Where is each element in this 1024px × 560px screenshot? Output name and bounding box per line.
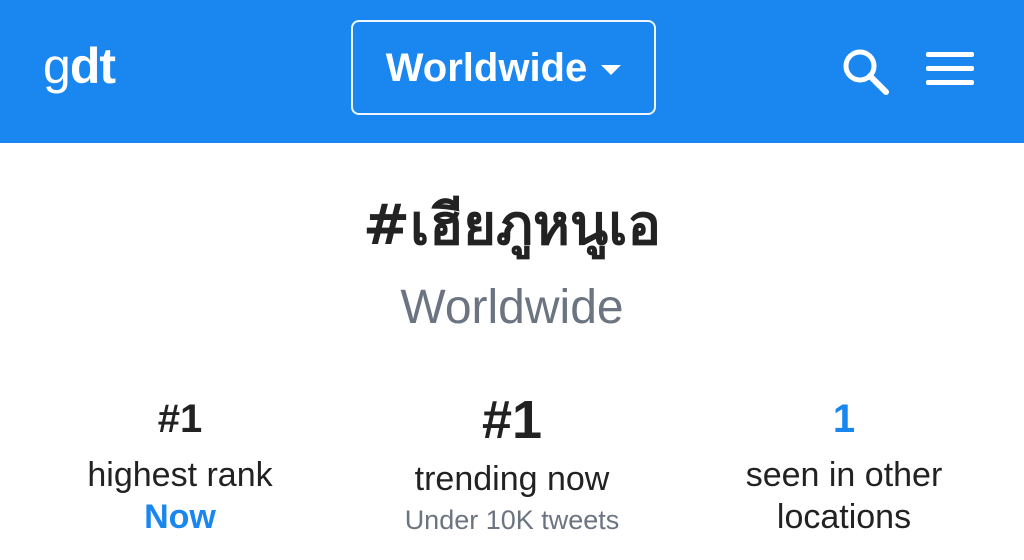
trend-location: Worldwide <box>400 281 624 334</box>
menu-line <box>926 52 974 57</box>
location-dropdown[interactable]: Worldwide <box>351 20 656 115</box>
stat-highest-rank: #1 highest rank Now <box>10 392 350 538</box>
hamburger-menu-icon[interactable] <box>926 50 976 90</box>
logo-dt: dt <box>69 38 116 94</box>
highest-rank-label: highest rank <box>87 456 273 494</box>
search-icon <box>843 49 889 95</box>
menu-line <box>926 80 974 85</box>
app-header: gdt Worldwide <box>0 0 1024 143</box>
trend-hashtag-title: #เฮียภูหนูเอ <box>363 193 661 258</box>
gdt-logo[interactable]: gdt <box>43 38 116 94</box>
other-locations-count[interactable]: 1 <box>674 392 1014 446</box>
logo-g: g <box>43 38 71 94</box>
trending-now-label: trending now <box>414 460 610 498</box>
trending-now-value: #1 <box>481 390 543 450</box>
caret-down-icon <box>601 64 622 75</box>
highest-rank-time-link[interactable]: Now <box>10 496 350 538</box>
menu-line <box>926 66 974 71</box>
tweet-volume-text: Under 10K tweets <box>404 505 620 535</box>
stat-other-locations[interactable]: 1 seen in other locations <box>674 392 1014 538</box>
highest-rank-value: #1 <box>157 397 203 441</box>
location-dropdown-label: Worldwide <box>385 45 588 90</box>
search-button[interactable] <box>840 46 892 98</box>
stat-trending-now: #1 trending now Under 10K tweets <box>342 392 682 540</box>
other-locations-label: seen in other locations <box>745 456 943 536</box>
